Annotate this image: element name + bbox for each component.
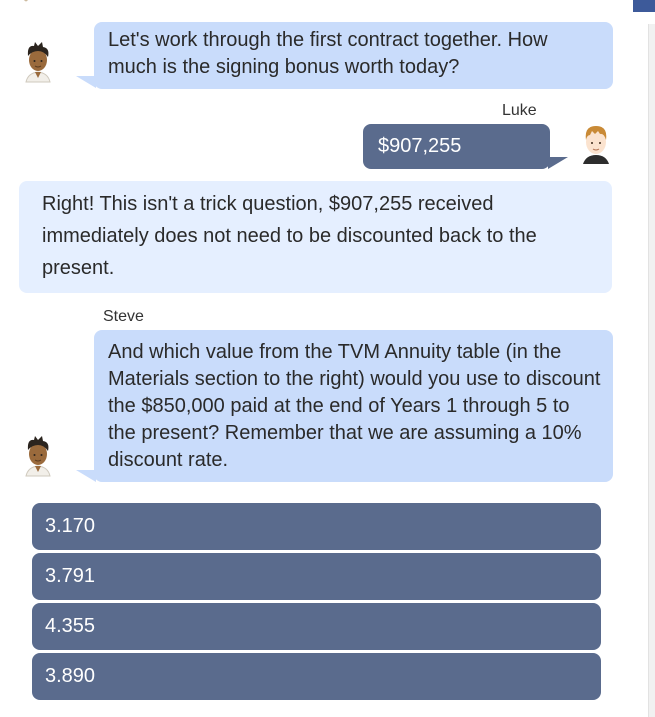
bubble-tail bbox=[76, 76, 96, 88]
answer-option-1[interactable]: 3.170 bbox=[32, 503, 601, 550]
luke-answer-bubble: $907,255 bbox=[363, 124, 550, 169]
luke-avatar bbox=[578, 122, 614, 166]
steve-message-2: And which value from the TVM Annuity tab… bbox=[94, 330, 613, 482]
steve-name-label: Steve bbox=[103, 308, 144, 325]
answer-option-4[interactable]: 3.890 bbox=[32, 653, 601, 700]
avatar-partial-top bbox=[14, 0, 38, 6]
steve-avatar bbox=[20, 434, 56, 478]
bubble-tail bbox=[548, 157, 568, 169]
bubble-tail bbox=[76, 470, 96, 482]
scrollbar-track[interactable] bbox=[648, 24, 655, 717]
steve-avatar bbox=[20, 40, 56, 84]
answer-option-2[interactable]: 3.791 bbox=[32, 553, 601, 600]
panel-edge-marker bbox=[633, 0, 655, 14]
steve-message-1: Let's work through the first contract to… bbox=[94, 22, 613, 89]
feedback-message: Right! This isn't a trick question, $907… bbox=[19, 181, 612, 293]
luke-name-label: Luke bbox=[502, 102, 537, 119]
answer-option-3[interactable]: 4.355 bbox=[32, 603, 601, 650]
